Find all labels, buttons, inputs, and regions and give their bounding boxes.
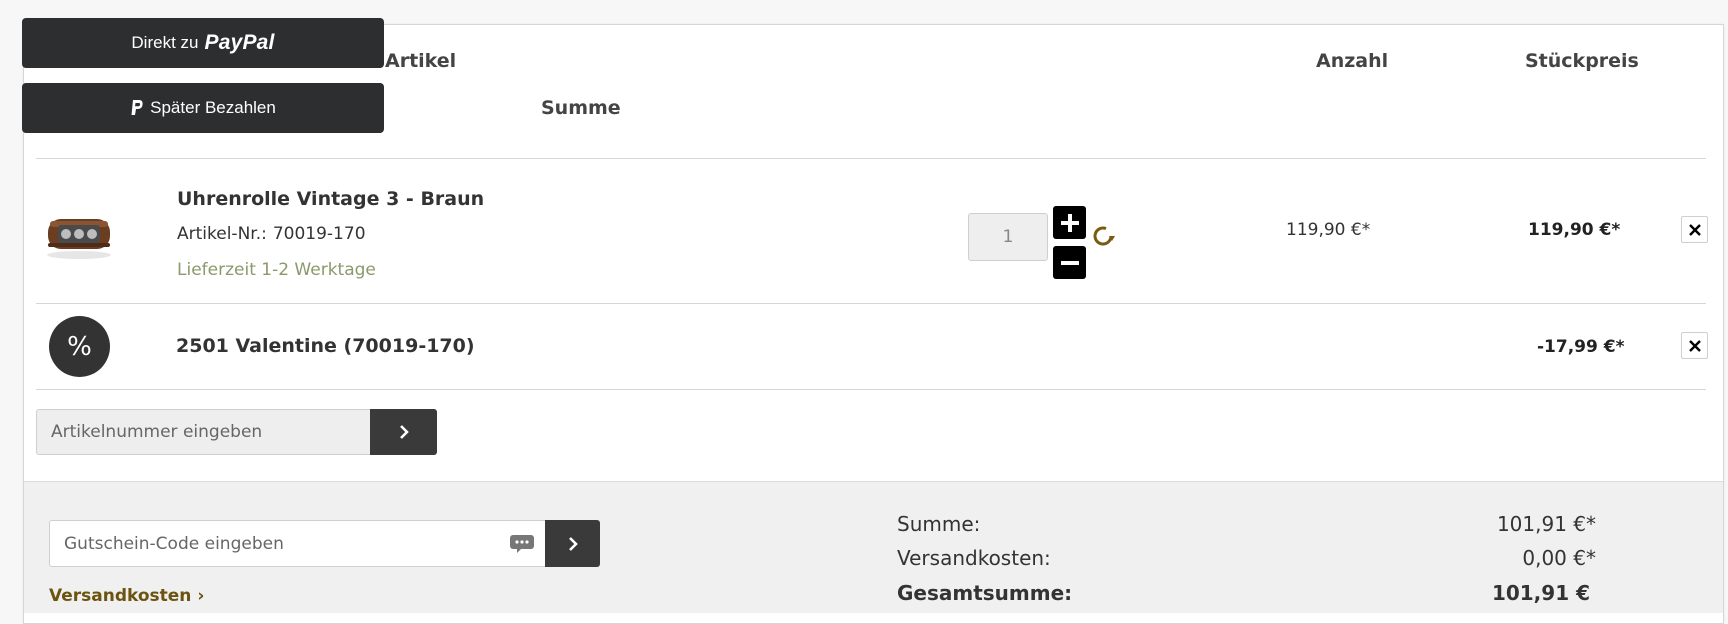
product-sku: Artikel-Nr.: 70019-170 xyxy=(177,224,366,244)
product-thumbnail[interactable] xyxy=(44,205,114,261)
paypal-logo-text: PayPal xyxy=(204,31,275,54)
voucher-icon: % xyxy=(49,316,110,377)
voucher-amount: -17,99 €* xyxy=(1537,337,1625,357)
chevron-right-icon xyxy=(399,425,409,439)
add-article-button[interactable] xyxy=(370,409,437,455)
quantity-decrease-button[interactable] xyxy=(1053,246,1086,279)
paypal-direct-button[interactable]: Direkt zu PayPal xyxy=(22,18,384,68)
paypal-pay-later-button[interactable]: Später Bezahlen xyxy=(22,83,384,133)
subtotal-label: Summe: xyxy=(897,512,981,536)
grand-total-label: Gesamtsumme: xyxy=(897,581,1073,605)
shipping-label: Versandkosten: xyxy=(897,546,1051,570)
column-header-quantity: Anzahl xyxy=(1316,50,1389,72)
shipping-value: 0,00 €* xyxy=(1522,546,1596,570)
divider xyxy=(36,389,1706,390)
line-total-price: 119,90 €* xyxy=(1528,220,1621,240)
plus-icon xyxy=(1060,213,1079,232)
quantity-increase-button[interactable] xyxy=(1053,206,1086,239)
grand-total-value: 101,91 € xyxy=(1491,581,1590,605)
column-header-unit-price: Stückpreis xyxy=(1525,50,1639,72)
column-header-total: Summe xyxy=(541,97,621,119)
shipping-costs-link[interactable]: Versandkosten › xyxy=(49,586,204,606)
close-icon xyxy=(1688,223,1701,236)
paypal-icon xyxy=(130,99,144,117)
refresh-icon xyxy=(1093,226,1115,246)
product-sku-value: 70019-170 xyxy=(272,224,366,244)
remove-item-button[interactable] xyxy=(1681,216,1708,243)
close-icon xyxy=(1688,339,1701,352)
product-sku-label: Artikel-Nr.: xyxy=(177,224,267,244)
coupon-input[interactable] xyxy=(50,521,490,566)
delivery-time: Lieferzeit 1-2 Werktage xyxy=(177,260,376,280)
subtotal-value: 101,91 €* xyxy=(1496,512,1596,536)
minus-icon xyxy=(1060,260,1079,265)
percent-symbol: % xyxy=(67,331,92,362)
update-quantity-button[interactable] xyxy=(1088,221,1118,251)
voucher-name: 2501 Valentine (70019-170) xyxy=(176,335,475,357)
apply-coupon-button[interactable] xyxy=(545,520,600,567)
unit-price: 119,90 €* xyxy=(1286,220,1371,240)
coupon-field[interactable] xyxy=(49,520,546,567)
remove-voucher-button[interactable] xyxy=(1681,332,1708,359)
paypal-direct-prefix: Direkt zu xyxy=(131,33,199,52)
column-header-article: Artikel xyxy=(385,50,457,72)
chat-bubble-icon xyxy=(510,535,534,553)
product-title[interactable]: Uhrenrolle Vintage 3 - Braun xyxy=(177,188,484,210)
divider xyxy=(36,158,1706,159)
article-number-input[interactable] xyxy=(36,409,371,455)
quantity-input[interactable]: 1 xyxy=(968,213,1048,261)
divider xyxy=(36,303,1706,304)
chevron-right-icon xyxy=(568,536,578,551)
paypal-pay-later-label: Später Bezahlen xyxy=(150,98,276,117)
